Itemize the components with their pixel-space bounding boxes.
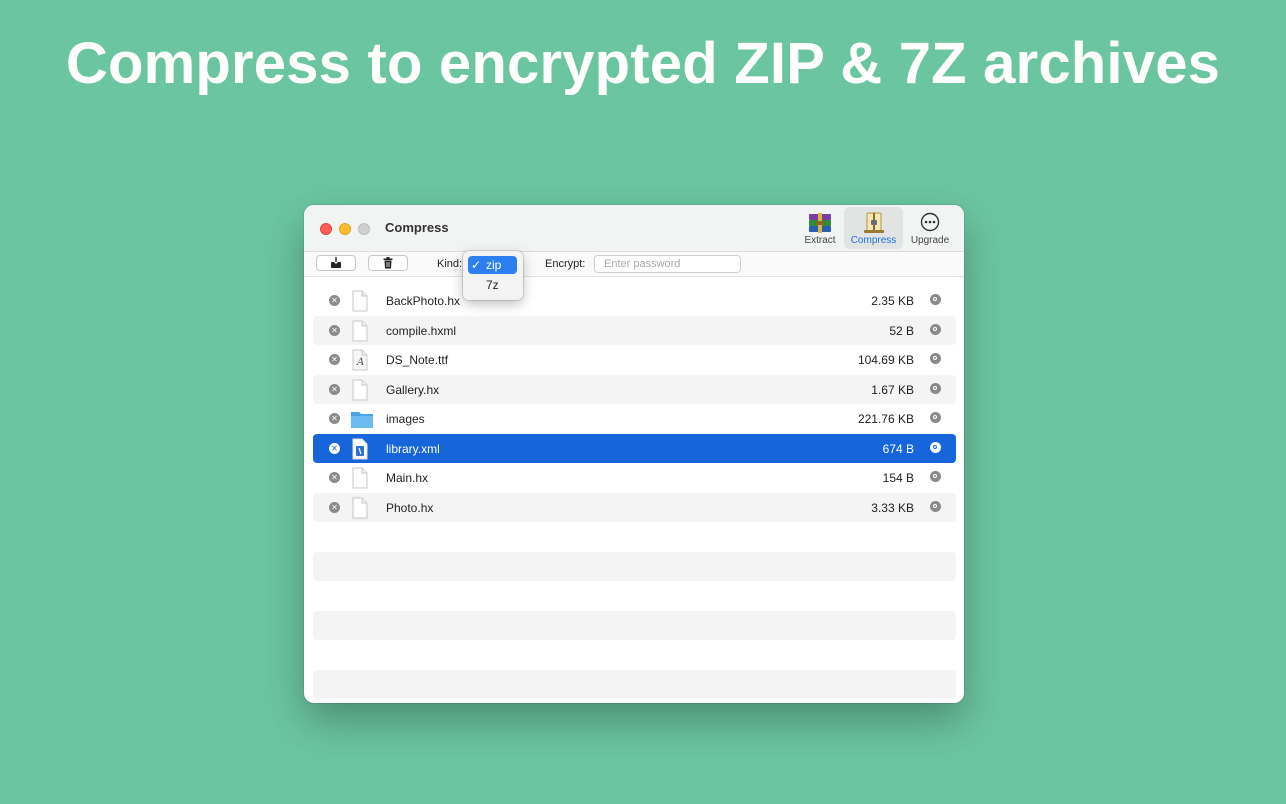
toolbar-extract-button[interactable]: Extract [798,207,842,249]
file-size: 104.69 KB [857,353,914,367]
file-size: 52 B [889,323,914,338]
file-name: library.xml [386,441,440,456]
document-icon [350,379,370,404]
remove-item-icon[interactable]: ✕ [329,472,340,483]
file-list: ✕ BackPhoto.hx 2.35 KB ✕ compile.hxml 52 B ✕ A D… [313,286,956,699]
file-row[interactable]: ✕ BackPhoto.hx 2.35 KB [313,286,956,316]
zoom-button[interactable] [358,223,370,235]
file-name: Gallery.hx [386,382,440,397]
remove-item-icon[interactable]: ✕ [329,413,340,424]
download-tray-icon [330,257,342,272]
file-size: 674 B [882,441,914,456]
xml-file-icon [350,438,370,463]
remove-item-icon[interactable]: ✕ [329,324,340,336]
file-size: 1.67 KB [871,382,914,397]
quick-look-icon[interactable] [930,412,941,423]
password-field[interactable] [594,255,741,273]
empty-row [313,581,956,611]
toolbar-compress-button[interactable]: Compress [844,207,903,249]
encrypt-label: Encrypt: [545,258,586,270]
quick-look-icon[interactable] [930,500,941,512]
kind-label: Kind: [437,258,463,270]
quick-look-icon[interactable] [930,382,941,394]
options-bar: Kind: Encrypt: [304,252,964,277]
file-row[interactable]: ✕ images 221.76 KB [313,404,956,434]
quick-look-icon[interactable] [930,353,941,364]
archive-stack-icon [807,211,833,238]
kind-option-label: 7z [486,278,499,292]
ellipsis-circle-icon [919,211,941,236]
quick-look-icon[interactable] [930,441,941,453]
file-name: Photo.hx [386,500,434,515]
empty-row [313,640,956,670]
remove-files-button[interactable] [368,255,408,271]
quick-look-icon[interactable] [930,471,941,482]
file-name: DS_Note.ttf [386,353,449,367]
file-row[interactable]: ✕ Main.hx 154 B [313,463,956,493]
svg-text:A: A [356,357,364,368]
file-row[interactable]: ✕ compile.hxml 52 B [313,315,956,345]
file-name: Main.hx [386,471,429,485]
file-size: 221.76 KB [857,412,914,426]
toolbar-upgrade-button[interactable]: Upgrade [907,207,953,249]
document-icon [350,290,370,315]
file-row[interactable]: ✕ A DS_Note.ttf 104.69 KB [313,345,956,375]
document-icon [350,320,370,345]
file-row[interactable]: ✕ Photo.hx 3.33 KB [313,492,956,522]
close-button[interactable] [320,223,332,235]
file-size: 3.33 KB [871,500,914,515]
minimize-button[interactable] [339,223,351,235]
file-name: BackPhoto.hx [386,294,461,308]
empty-row [313,551,956,581]
zipper-archive-icon [861,211,887,238]
quick-look-icon[interactable] [930,323,941,335]
kind-dropdown-menu: ✓ zip 7z [463,251,523,300]
empty-row [313,669,956,699]
window-title: Compress [385,220,449,235]
empty-row [313,610,956,640]
file-row[interactable]: ✕ Gallery.hx 1.67 KB [313,374,956,404]
checkmark-icon: ✓ [471,258,482,272]
trash-icon [382,257,394,272]
title-bar: Compress Extract Compress Upgrade [304,205,964,252]
file-size: 2.35 KB [871,294,914,308]
add-files-button[interactable] [316,255,356,271]
file-size: 154 B [882,471,914,485]
remove-item-icon[interactable]: ✕ [329,442,340,454]
file-name: images [386,412,425,426]
kind-option-label: zip [486,258,502,272]
compress-window: Compress Extract Compress Upgrade Kind: … [304,205,964,703]
toolbar-upgrade-label: Upgrade [910,235,950,246]
file-name: compile.hxml [386,323,457,338]
file-row[interactable]: ✕ library.xml 674 B [313,433,956,463]
kind-option-zip[interactable]: ✓ zip [468,256,517,274]
quick-look-icon[interactable] [930,294,941,305]
toolbar-extract-label: Extract [804,235,836,246]
document-icon [350,497,370,522]
document-icon [350,467,370,492]
remove-item-icon[interactable]: ✕ [329,383,340,395]
headline: Compress to encrypted ZIP & 7Z archives [65,31,1221,96]
remove-item-icon[interactable]: ✕ [329,295,340,306]
kind-option-7z[interactable]: 7z [468,276,517,294]
empty-row [313,522,956,552]
folder-icon [350,408,374,433]
remove-item-icon[interactable]: ✕ [329,354,340,365]
toolbar-compress-label: Compress [850,235,897,246]
remove-item-icon[interactable]: ✕ [329,501,340,513]
font-file-icon: A [350,349,370,374]
